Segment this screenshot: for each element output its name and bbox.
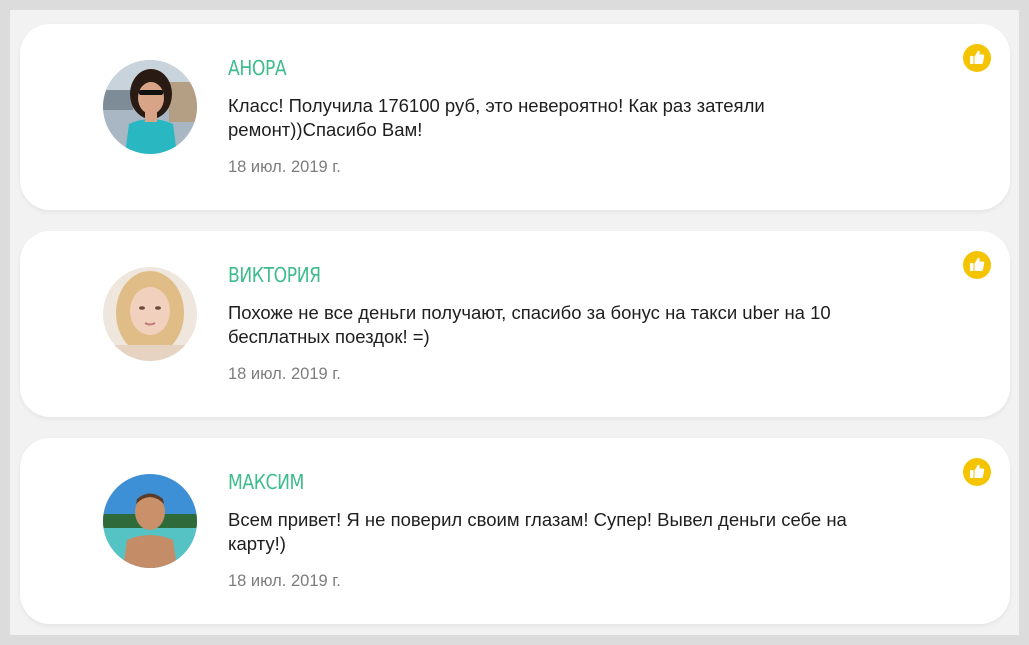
review-date: 18 июл. 2019 г.	[228, 572, 341, 590]
review-date: 18 июл. 2019 г.	[228, 365, 341, 383]
review-text: Всем привет! Я не поверил своим глазам! …	[228, 509, 847, 554]
like-button[interactable]	[963, 458, 991, 486]
reviews-section: АНОРА Класс! Получила 176100 руб, это не…	[10, 10, 1019, 635]
like-button[interactable]	[963, 251, 991, 279]
avatar	[103, 267, 197, 361]
review-text: Похоже не все деньги получают, спасибо з…	[228, 302, 831, 347]
review-card: МАКСИМ Всем привет! Я не поверил своим г…	[20, 438, 1010, 624]
thumbs-up-icon	[970, 50, 985, 64]
reviewer-name: МАКСИМ	[228, 470, 304, 494]
review-card: АНОРА Класс! Получила 176100 руб, это не…	[20, 24, 1010, 210]
review-date: 18 июл. 2019 г.	[228, 158, 341, 176]
review-card: ВИКТОРИЯ Похоже не все деньги получают, …	[20, 231, 1010, 417]
review-text: Класс! Получила 176100 руб, это невероят…	[228, 95, 765, 140]
reviewer-name: ВИКТОРИЯ	[228, 263, 321, 287]
avatar	[103, 60, 197, 154]
thumbs-up-icon	[970, 464, 985, 478]
thumbs-up-icon	[970, 257, 985, 271]
avatar	[103, 474, 197, 568]
like-button[interactable]	[963, 44, 991, 72]
reviewer-name: АНОРА	[228, 56, 287, 80]
